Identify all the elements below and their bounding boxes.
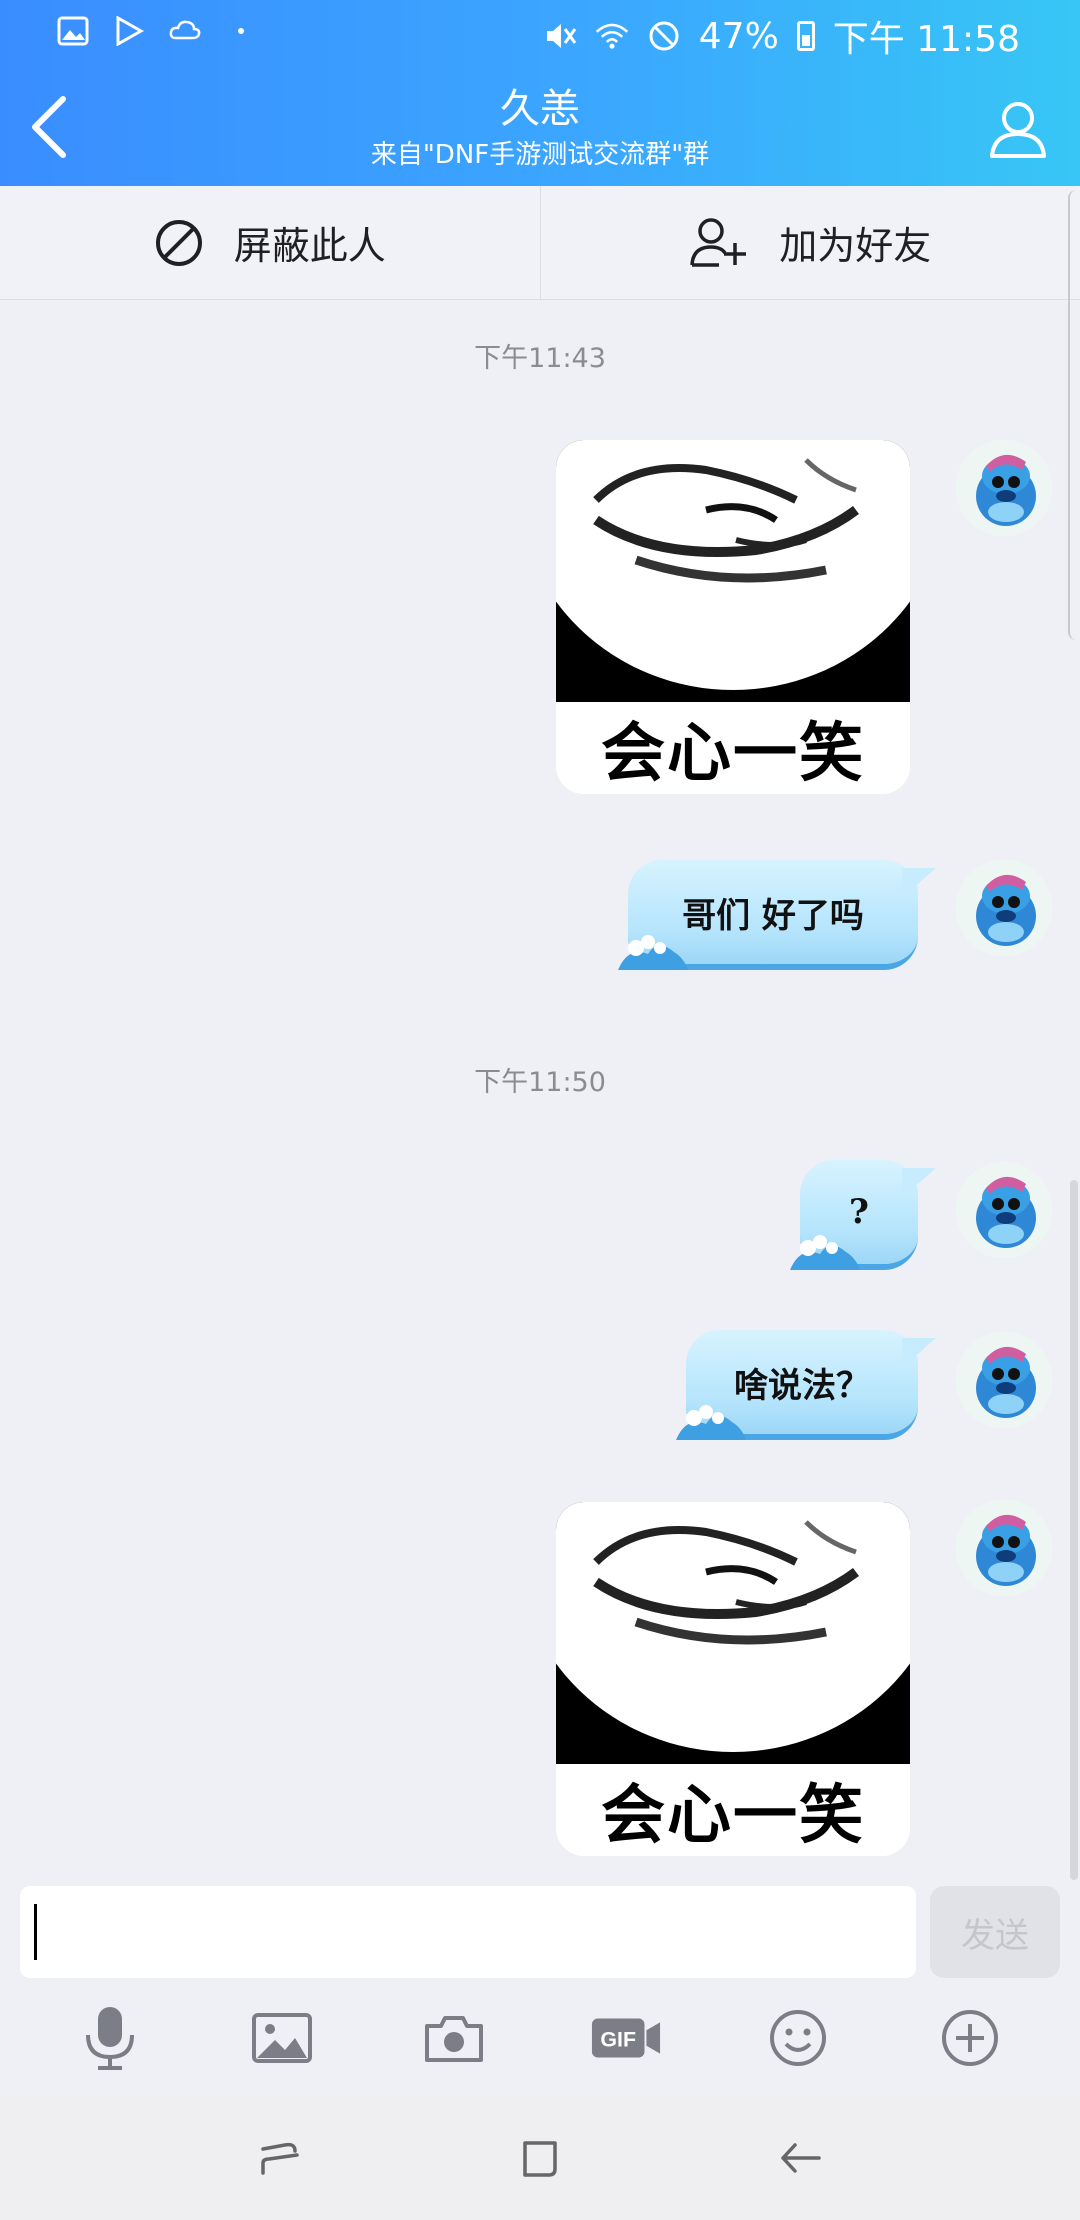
- timestamp: 下午11:43: [474, 343, 606, 374]
- avatar[interactable]: [956, 1162, 1052, 1258]
- chat-header: 47% 下午 11:58 久恙 来自"DNF手游测试交流群"群: [0, 0, 1080, 186]
- recent-apps-button[interactable]: [240, 2118, 320, 2198]
- dot-notification-icon: [224, 14, 258, 48]
- add-person-icon: [690, 217, 747, 267]
- wave-decoration-icon: [618, 935, 688, 970]
- block-icon: [155, 219, 202, 266]
- gif-label: GIF: [600, 2028, 636, 2052]
- avatar[interactable]: [956, 1500, 1052, 1596]
- group-source-subtitle: 来自"DNF手游测试交流群"群: [370, 140, 710, 170]
- meme-face-image: [556, 1502, 910, 1764]
- camera-button[interactable]: [418, 2002, 490, 2074]
- message-text: ?: [849, 1192, 869, 1232]
- no-sim-icon: [647, 19, 681, 53]
- back-arrow-icon: [781, 2143, 821, 2173]
- avatar[interactable]: [956, 860, 1052, 956]
- composer-toolbar: GIF: [0, 1990, 1080, 2086]
- voice-button[interactable]: [74, 2002, 146, 2074]
- add-friend-label: 加为好友: [779, 224, 932, 268]
- block-user-label: 屏蔽此人: [233, 224, 386, 268]
- home-icon: [523, 2141, 557, 2177]
- plus-circle-icon: [942, 2010, 998, 2066]
- stranger-action-bar: 屏蔽此人 加为好友: [0, 186, 1080, 300]
- weather-notification-icon: [168, 14, 202, 48]
- battery-percent: 47%: [698, 15, 779, 57]
- battery-icon: [796, 21, 815, 51]
- profile-button[interactable]: [982, 92, 1054, 164]
- message-list[interactable]: 下午11:43 会心一笑 哥们 好了吗 下午11:50 ? 啥说法？ 会心一笑: [0, 300, 1080, 1880]
- image-button[interactable]: [246, 2002, 318, 2074]
- page-title: 久恙: [500, 86, 580, 132]
- chat-bubble[interactable]: ?: [790, 1160, 936, 1270]
- microphone-icon: [86, 2007, 134, 2070]
- mute-icon: [543, 19, 577, 53]
- message-input[interactable]: [20, 1886, 916, 1978]
- sticker-caption: 会心一笑: [556, 702, 910, 794]
- emoji-button[interactable]: [762, 2002, 834, 2074]
- scrollbar[interactable]: [1070, 1180, 1078, 1880]
- text-caret: [34, 1904, 37, 1960]
- composer: 发送: [0, 1880, 1080, 1990]
- person-icon: [990, 102, 1046, 158]
- status-bar: 47% 下午 11:58: [0, 0, 1080, 62]
- sticker-caption: 会心一笑: [556, 1764, 910, 1856]
- sticker-message[interactable]: 会心一笑: [556, 1502, 910, 1856]
- block-user-button[interactable]: 屏蔽此人: [0, 186, 540, 299]
- sticker-message[interactable]: 会心一笑: [556, 440, 910, 794]
- gif-button[interactable]: GIF: [590, 2002, 662, 2074]
- smiley-icon: [770, 2010, 826, 2066]
- wave-decoration-icon: [676, 1405, 746, 1440]
- wave-decoration-icon: [790, 1235, 860, 1270]
- gallery-notification-icon: [56, 14, 90, 48]
- more-button[interactable]: [934, 2002, 1006, 2074]
- message-text: 哥们 好了吗: [682, 895, 864, 936]
- add-friend-button[interactable]: 加为好友: [539, 186, 1080, 299]
- chat-title-block: 久恙 来自"DNF手游测试交流群"群: [0, 86, 1080, 172]
- wifi-icon: [595, 19, 629, 53]
- clock: 下午 11:58: [832, 19, 1020, 60]
- gif-video-icon: GIF: [591, 2018, 661, 2058]
- send-button[interactable]: 发送: [930, 1886, 1060, 1978]
- play-store-notification-icon: [112, 14, 146, 48]
- system-back-button[interactable]: [760, 2118, 840, 2198]
- camera-icon: [425, 2016, 483, 2062]
- message-text: 啥说法？: [734, 1365, 870, 1406]
- image-icon: [252, 2013, 312, 2063]
- chat-bubble[interactable]: 啥说法？: [676, 1330, 936, 1440]
- timestamp: 下午11:50: [474, 1067, 606, 1098]
- system-navigation-bar: [0, 2096, 1080, 2220]
- avatar[interactable]: [956, 1332, 1052, 1428]
- chat-bubble[interactable]: 哥们 好了吗: [618, 860, 936, 970]
- home-button[interactable]: [500, 2118, 580, 2198]
- avatar[interactable]: [956, 440, 1052, 536]
- recent-apps-icon: [261, 2142, 299, 2175]
- meme-face-image: [556, 440, 910, 702]
